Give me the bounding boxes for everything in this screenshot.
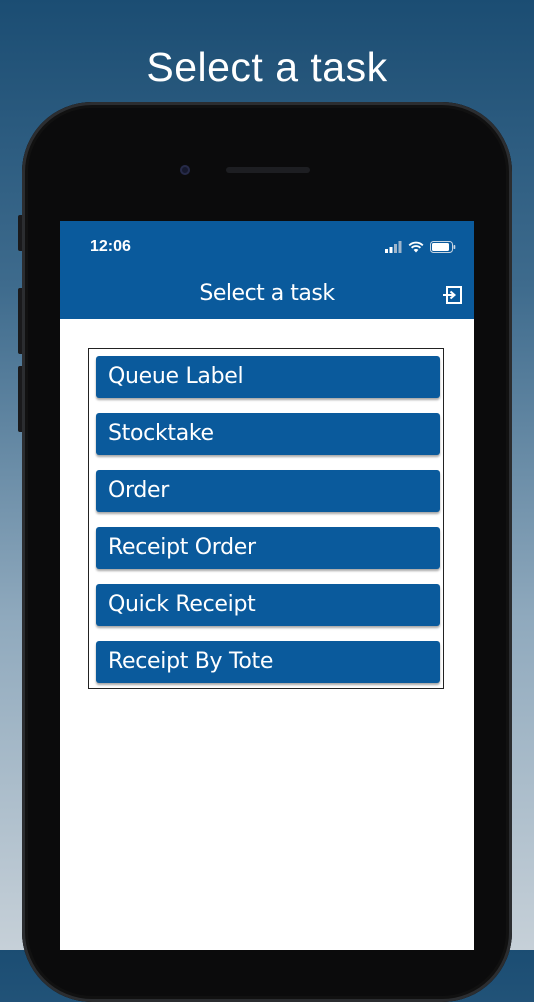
receipt-by-tote-button[interactable]: Receipt By Tote <box>96 641 440 683</box>
quick-receipt-button[interactable]: Quick Receipt <box>96 584 440 626</box>
task-list: Queue Label Stocktake Order Receipt Orde… <box>88 348 444 689</box>
app-screen: 12:06 Select a task Queue Label Stocktak… <box>60 221 474 950</box>
app-header: 12:06 Select a task <box>60 221 474 319</box>
nav-title: Select a task <box>199 281 335 306</box>
earpiece-speaker <box>226 167 310 173</box>
logout-icon[interactable] <box>442 284 464 306</box>
battery-icon <box>430 241 456 253</box>
status-icons <box>385 240 456 254</box>
order-button[interactable]: Order <box>96 470 440 512</box>
status-time: 12:06 <box>90 238 131 255</box>
queue-label-button[interactable]: Queue Label <box>96 356 440 398</box>
receipt-order-button[interactable]: Receipt Order <box>96 527 440 569</box>
stocktake-button[interactable]: Stocktake <box>96 413 440 455</box>
wifi-icon <box>408 241 424 253</box>
front-camera <box>180 165 190 175</box>
promo-title: Select a task <box>146 44 388 90</box>
signal-icon <box>385 241 402 253</box>
